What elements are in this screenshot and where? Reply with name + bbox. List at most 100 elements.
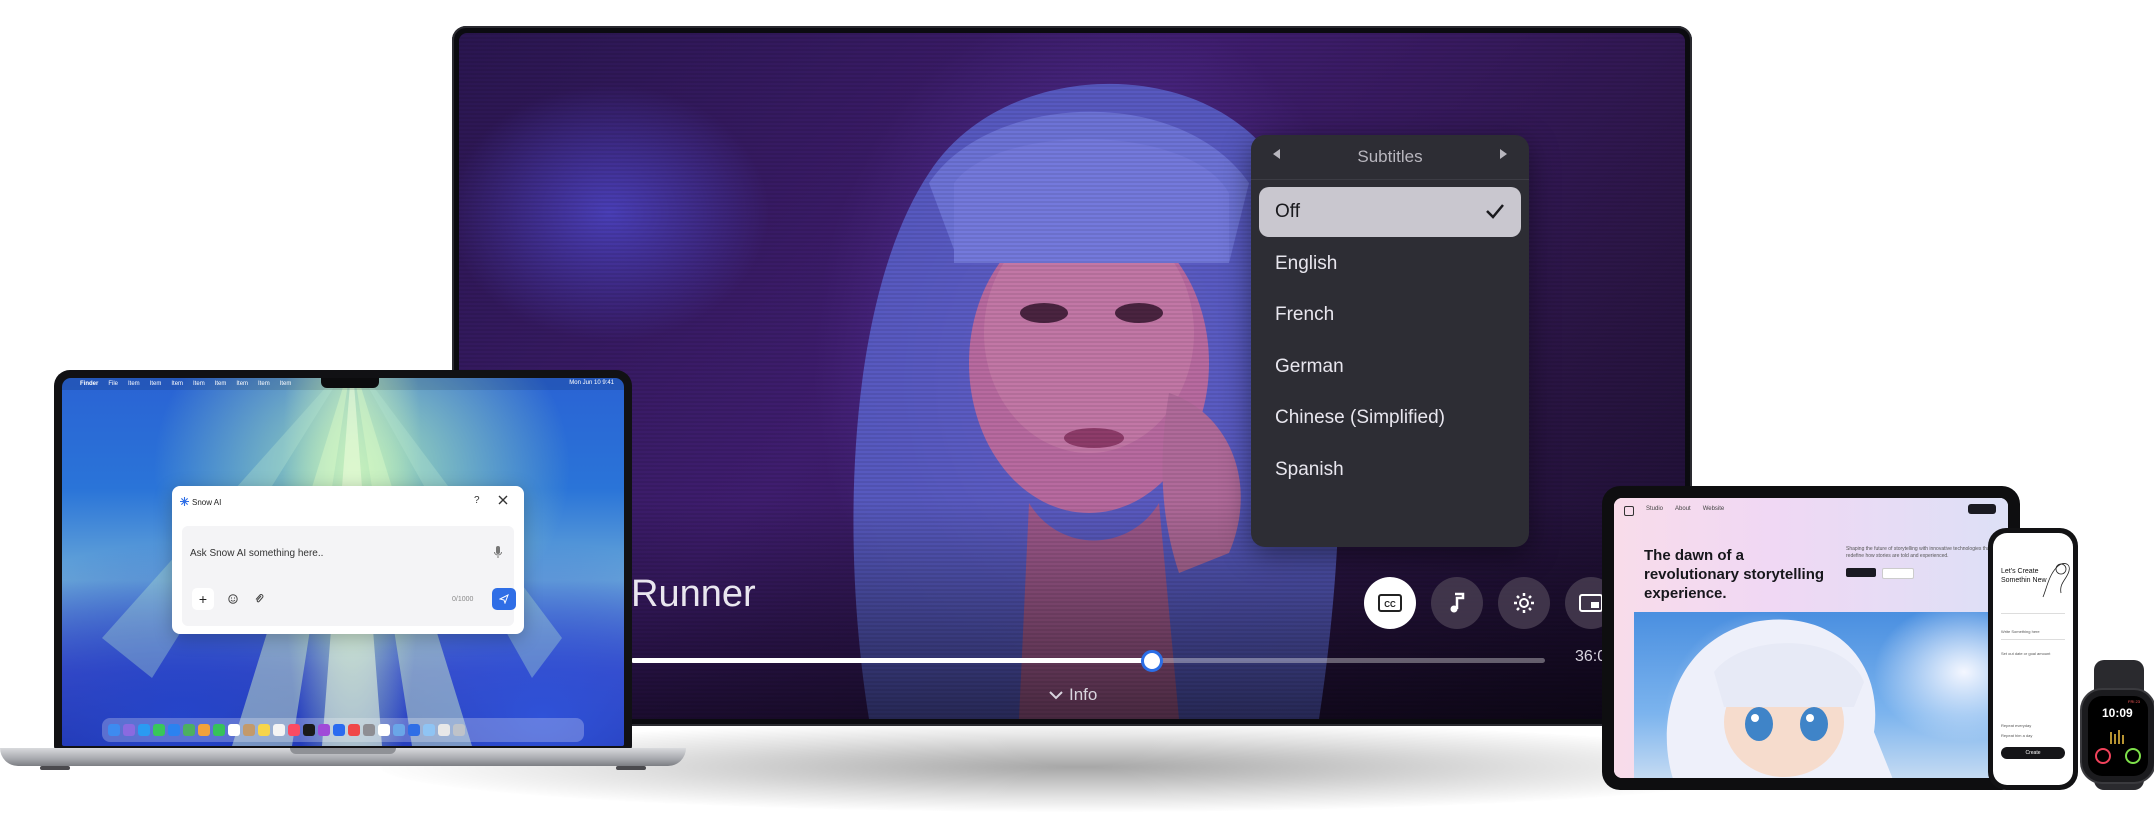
close-icon[interactable]: [498, 495, 508, 505]
send-icon: [499, 594, 509, 604]
photos-icon[interactable]: [198, 724, 210, 736]
phone-text-field[interactable]: Write Something here: [2001, 629, 2040, 634]
info-label: Info: [1069, 685, 1098, 704]
subtitle-option-chinese-simplified[interactable]: Chinese (Simplified): [1259, 393, 1521, 443]
dock: [102, 718, 584, 742]
subtitle-option-label: French: [1275, 304, 1335, 325]
checkmark-icon: [1486, 204, 1504, 219]
sketch-illustration: [2042, 563, 2070, 598]
folder-icon[interactable]: [423, 724, 435, 736]
paperclip-icon[interactable]: [254, 593, 264, 604]
preview-icon[interactable]: [393, 724, 405, 736]
subtitles-menu: Subtitles Off English French German Chin…: [1251, 135, 1529, 547]
nav-cta-button[interactable]: [1968, 504, 1996, 514]
create-button[interactable]: Create: [2001, 747, 2065, 759]
menu-item[interactable]: Item: [258, 381, 270, 387]
anime-character-art: [1666, 619, 1893, 778]
divider: [2001, 613, 2065, 614]
nav-link-studio[interactable]: Studio: [1646, 506, 1663, 516]
menu-item[interactable]: Item: [150, 381, 162, 387]
watch-device: FRI 23 10:09: [2082, 690, 2154, 782]
notes-icon[interactable]: [258, 724, 270, 736]
music-note-icon: [1450, 592, 1465, 613]
calendar-icon[interactable]: [228, 724, 240, 736]
menu-item[interactable]: Item: [236, 381, 248, 387]
subtitles-menu-title: Subtitles: [1357, 147, 1423, 166]
microphone-icon[interactable]: [494, 546, 502, 558]
trash-icon[interactable]: [453, 724, 465, 736]
snow-ai-input[interactable]: Ask Snow AI something here.. + 0/1000: [182, 526, 516, 626]
nav-link-about[interactable]: About: [1675, 506, 1691, 516]
primary-cta-button[interactable]: [1846, 568, 1876, 577]
subtitle-option-label: Chinese (Simplified): [1275, 407, 1446, 428]
watch-screen: FRI 23 10:09: [2088, 696, 2148, 776]
arrow-left-icon[interactable]: [1273, 149, 1280, 159]
repeat-label: Repeat everyday: [2001, 723, 2032, 728]
playback-progress-bar[interactable]: [631, 650, 1545, 672]
add-button[interactable]: +: [192, 588, 214, 610]
chevron-down-icon: [1049, 691, 1063, 700]
subtitle-option-label: German: [1275, 356, 1344, 377]
subtitle-option-spanish[interactable]: Spanish: [1259, 445, 1521, 495]
character-count: 0/1000: [452, 596, 474, 603]
menu-item-finder[interactable]: Finder: [80, 381, 98, 387]
maps-icon[interactable]: [183, 724, 195, 736]
snow-ai-title: Snow AI: [192, 498, 222, 507]
closed-captions-button[interactable]: CC: [1364, 577, 1416, 629]
music-icon[interactable]: [288, 724, 300, 736]
subtitle-option-label: Spanish: [1275, 459, 1344, 480]
settings-button[interactable]: [1498, 577, 1550, 629]
podcasts-icon[interactable]: [318, 724, 330, 736]
tv-icon[interactable]: [303, 724, 315, 736]
subtitle-option-french[interactable]: French: [1259, 290, 1521, 340]
subtitle-option-off[interactable]: Off: [1259, 187, 1521, 237]
menu-item[interactable]: Item: [215, 381, 227, 387]
send-button[interactable]: [492, 588, 516, 610]
settings-icon[interactable]: [363, 724, 375, 736]
tablet-screen: Studio About Website The dawn of a revol…: [1614, 498, 2008, 778]
menu-item[interactable]: File: [108, 381, 118, 387]
finder-icon[interactable]: [108, 724, 120, 736]
playback-scrubber-handle[interactable]: [1140, 650, 1163, 672]
menu-item[interactable]: Item: [171, 381, 183, 387]
emoji-icon[interactable]: [228, 594, 238, 604]
help-button[interactable]: ?: [474, 495, 480, 506]
tv-device: Subtitles Off English French German Chin…: [452, 26, 1692, 726]
site-logo-icon[interactable]: [1624, 506, 1634, 516]
tv-screen: Subtitles Off English French German Chin…: [459, 33, 1685, 719]
activity-rings-icon: [2095, 730, 2141, 764]
subtitle-option-german[interactable]: German: [1259, 342, 1521, 392]
subtitles-menu-header: Subtitles: [1251, 135, 1529, 180]
nav-link-website[interactable]: Website: [1703, 506, 1725, 516]
news-icon[interactable]: [348, 724, 360, 736]
camera-notch: [321, 378, 379, 388]
laptop-screen: Finder File Item Item Item Item Item Ite…: [62, 378, 624, 746]
launchpad-icon[interactable]: [123, 724, 135, 736]
safari-icon[interactable]: [138, 724, 150, 736]
app-store-icon[interactable]: [333, 724, 345, 736]
divider: [2001, 639, 2065, 640]
snow-ai-icon[interactable]: [408, 724, 420, 736]
laptop-foot: [40, 766, 70, 770]
phone-device: Let's Create Somethin New Write Somethin…: [1988, 528, 2078, 790]
menubar-clock: Mon Jun 10 9:41: [569, 380, 614, 386]
snow-ai-window: Snow AI ? Ask Snow AI something here.. +…: [172, 486, 524, 634]
playback-progress-fill: [631, 658, 1152, 663]
secondary-cta-button[interactable]: [1882, 568, 1914, 579]
reminders-icon[interactable]: [273, 724, 285, 736]
document-icon[interactable]: [438, 724, 450, 736]
facetime-icon[interactable]: [213, 724, 225, 736]
menu-item[interactable]: Item: [280, 381, 292, 387]
menu-item[interactable]: Item: [128, 381, 140, 387]
contacts-icon[interactable]: [243, 724, 255, 736]
subtitle-option-english[interactable]: English: [1259, 239, 1521, 289]
laptop-trackpad-notch: [290, 748, 396, 754]
info-button[interactable]: Info: [1049, 685, 1097, 705]
arrow-right-icon[interactable]: [1500, 149, 1507, 159]
website-buttons: [1846, 568, 1914, 579]
mail-icon[interactable]: [168, 724, 180, 736]
menu-item[interactable]: Item: [193, 381, 205, 387]
freeform-icon[interactable]: [378, 724, 390, 736]
messages-icon[interactable]: [153, 724, 165, 736]
audio-button[interactable]: [1431, 577, 1483, 629]
